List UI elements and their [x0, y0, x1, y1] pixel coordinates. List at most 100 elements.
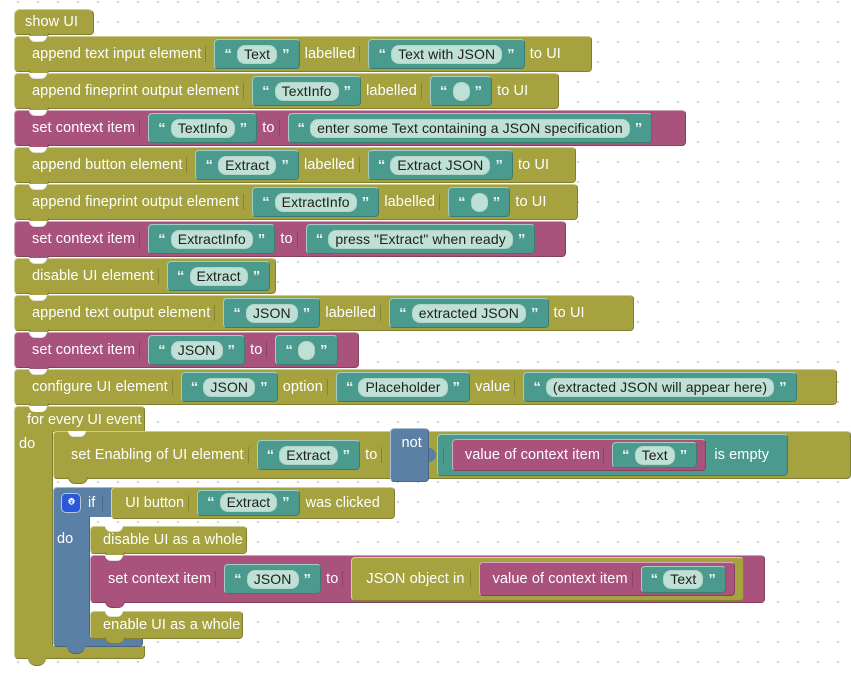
text-field-name[interactable]: TextInfo [252, 76, 362, 106]
field-value[interactable]: Extract [219, 493, 278, 512]
field-value[interactable]: enter some Text containing a JSON specif… [310, 118, 630, 138]
block-set-context-extractinfo[interactable]: set context item ExtractInfo to press "E… [14, 221, 566, 262]
field-value[interactable]: Extract [189, 266, 248, 286]
quote-open-icon [157, 232, 167, 247]
text-field-name[interactable]: Extract [166, 261, 271, 291]
text-field-label[interactable] [448, 187, 511, 217]
text-field-name[interactable]: Text [214, 39, 300, 69]
block-value-of-context-item[interactable]: value of context item Text [478, 562, 735, 596]
socket-plug [216, 571, 224, 587]
text-field-value[interactable]: (extracted JSON will appear here) [523, 372, 797, 402]
field-value[interactable] [452, 81, 470, 101]
field-value[interactable]: ExtractInfo [170, 229, 253, 249]
socket-plug [421, 83, 429, 99]
block-set-context-json-object[interactable]: set context item JSON to JSON object in … [90, 555, 765, 608]
block-append-text-output[interactable]: append text output element JSON labelled… [14, 295, 634, 336]
field-value[interactable] [470, 192, 488, 212]
if-header[interactable]: if UI button Extract was clicked [53, 486, 395, 519]
quote-close-icon [239, 121, 249, 136]
block-ui-button-clicked[interactable]: UI button Extract was clicked [111, 486, 395, 519]
text-field-to[interactable]: enter some Text containing a JSON specif… [287, 113, 653, 143]
block-set-context-json-empty[interactable]: set context item JSON to [14, 332, 359, 373]
quote-close-icon [474, 84, 484, 99]
text-field-name[interactable]: JSON [180, 372, 278, 402]
block-append-fineprint-textinfo[interactable]: append fineprint output element TextInfo… [14, 73, 559, 114]
text-field-name[interactable]: Extract [195, 150, 299, 180]
block-configure-ui-element[interactable]: configure UI element JSON option Placeho… [14, 369, 837, 410]
text-field-label[interactable]: extracted JSON [389, 298, 549, 328]
field-value[interactable]: TextInfo [170, 118, 235, 138]
quote-open-icon [345, 380, 355, 395]
field-value[interactable]: JSON [203, 377, 256, 397]
block-append-text-input[interactable]: append text input element Text labelled … [14, 36, 592, 77]
gear-icon[interactable] [62, 493, 80, 512]
text-field-label[interactable]: Text with JSON [368, 39, 525, 69]
text-field-button[interactable]: Extract [197, 489, 300, 516]
text-field-name[interactable]: JSON [223, 298, 321, 328]
text-field-option[interactable]: Placeholder [335, 372, 471, 402]
quote-open-icon [206, 495, 216, 510]
fineprint-textinfo-mid: labelled [366, 83, 417, 99]
block-is-empty[interactable]: value of context item Text is empty [436, 434, 789, 476]
fineprint-textinfo-suffix: to UI [497, 83, 529, 99]
text-field-ctx[interactable]: Text [640, 565, 726, 593]
socket-plug [244, 83, 252, 99]
quote-close-icon [227, 343, 237, 358]
text-field-label[interactable]: Extract JSON [367, 150, 513, 180]
quote-close-icon [281, 495, 291, 510]
socket-plug [470, 571, 478, 587]
set-json-obj-prefix: set context item [108, 571, 212, 587]
field-value[interactable]: JSON [170, 340, 223, 360]
block-disable-ui-whole[interactable]: disable UI as a whole [90, 526, 247, 559]
field-value[interactable]: Placeholder [358, 377, 448, 397]
quote-close-icon [506, 47, 516, 62]
block-set-enabling[interactable]: set Enabling of UI element Extract to no… [53, 428, 851, 484]
field-value[interactable]: Extract [279, 445, 338, 465]
field-value[interactable]: (extracted JSON will appear here) [545, 377, 775, 397]
block-not[interactable]: not [390, 428, 429, 482]
text-field-name[interactable]: JSON [148, 335, 246, 365]
block-json-object-in[interactable]: JSON object in value of context item Tex… [351, 557, 744, 601]
block-enable-ui-whole[interactable]: enable UI as a whole [90, 611, 243, 644]
socket-plug [267, 342, 275, 358]
blockly-workspace[interactable]: show UI append text input element Text l… [0, 0, 851, 673]
field-value[interactable]: TextInfo [274, 81, 339, 101]
if-label: if [88, 494, 96, 511]
socket-plug [172, 379, 180, 395]
block-disable-ui-element[interactable]: disable UI element Extract [14, 258, 276, 299]
block-value-of-context-item[interactable]: value of context item Text [451, 439, 707, 471]
text-field-to[interactable] [275, 335, 338, 365]
set-extractinfo-prefix: set context item [32, 231, 136, 247]
block-append-button[interactable]: append button element Extract labelled E… [14, 147, 576, 188]
cond-suffix: was clicked [305, 494, 380, 511]
text-field-name[interactable]: Extract [256, 440, 361, 470]
field-value[interactable]: ExtractInfo [274, 192, 357, 212]
field-value[interactable]: Extract [218, 155, 277, 175]
field-value[interactable]: JSON [245, 303, 298, 323]
for-event-header[interactable]: for every UI event [14, 406, 145, 432]
field-value[interactable]: JSON [246, 569, 299, 589]
block-show-ui[interactable]: show UI [14, 9, 94, 40]
field-value[interactable] [298, 340, 316, 360]
field-value[interactable]: Text with JSON [391, 44, 503, 64]
quote-close-icon [252, 269, 262, 284]
text-field-ctx[interactable]: Text [612, 442, 698, 468]
text-field-name[interactable]: ExtractInfo [252, 187, 380, 217]
text-field-name[interactable]: TextInfo [148, 113, 258, 143]
block-set-context-textinfo[interactable]: set context item TextInfo to enter some … [14, 110, 686, 151]
not-label: not [401, 435, 422, 451]
field-value[interactable]: extracted JSON [411, 303, 526, 323]
quote-close-icon [679, 448, 689, 463]
field-value[interactable]: Text [663, 569, 704, 589]
text-field-name[interactable]: ExtractInfo [148, 224, 276, 254]
block-append-fineprint-extractinfo[interactable]: append fineprint output element ExtractI… [14, 184, 578, 225]
text-field-label[interactable] [429, 76, 493, 106]
field-value[interactable]: Text [634, 445, 675, 465]
quote-open-icon [315, 232, 325, 247]
text-field-name[interactable]: JSON [224, 564, 322, 594]
field-value[interactable]: Extract JSON [390, 155, 491, 175]
for-event-foot-notch-icon [28, 658, 46, 666]
text-field-to[interactable]: press "Extract" when ready [305, 224, 536, 254]
field-value[interactable]: press "Extract" when ready [328, 229, 513, 249]
field-value[interactable]: Text [236, 44, 278, 64]
